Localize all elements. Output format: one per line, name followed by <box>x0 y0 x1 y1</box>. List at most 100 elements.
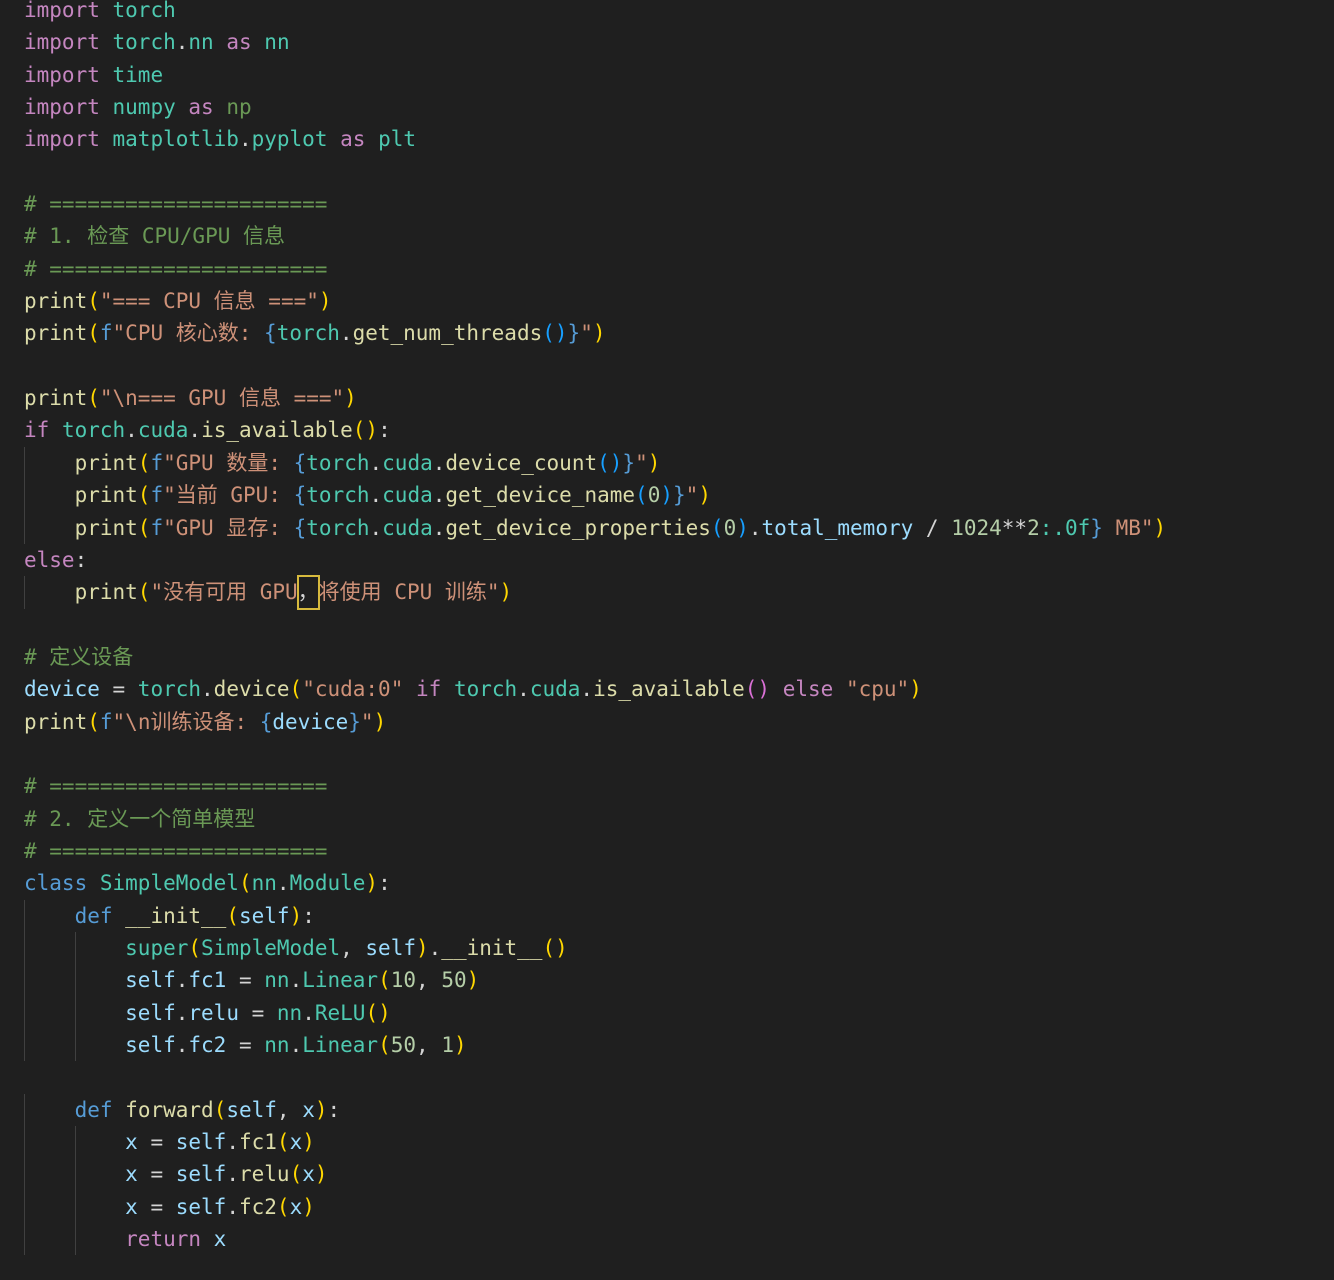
code-token: f <box>150 515 164 540</box>
code-token: Module <box>289 871 366 896</box>
code-line[interactable]: x = self.relu(x) <box>24 1158 1334 1191</box>
code-line[interactable]: print(f"GPU 数量: {torch.cuda.device_count… <box>24 446 1334 480</box>
code-line[interactable]: import torch <box>24 0 1334 26</box>
code-token: 1 <box>441 1033 454 1057</box>
code-token: } <box>1090 515 1103 540</box>
code-token: x <box>125 1130 138 1155</box>
code-token: ReLU <box>314 1000 366 1025</box>
code-token: device <box>213 677 290 702</box>
code-token: # ====================== <box>24 838 328 863</box>
code-token: } <box>622 450 636 475</box>
code-line[interactable]: x = self.fc1(x) <box>24 1126 1334 1159</box>
code-line[interactable] <box>24 738 1334 770</box>
code-token: forward <box>125 1097 214 1122</box>
code-line[interactable]: # 1. 检查 CPU/GPU 信息 <box>24 220 1334 252</box>
code-token: torch <box>276 321 340 346</box>
code-line[interactable]: print(f"CPU 核心数: {torch.get_num_threads(… <box>24 317 1334 349</box>
code-token: { <box>264 321 277 346</box>
code-line[interactable]: class SimpleModel(nn.Module): <box>24 867 1334 899</box>
code-token: self <box>238 903 290 928</box>
code-line[interactable]: print("没有可用 GPU，将使用 CPU 训练") <box>24 575 1334 610</box>
code-token: time <box>112 62 164 87</box>
code-token: relu <box>238 1162 290 1187</box>
code-token: = <box>99 677 138 702</box>
code-token: else <box>782 677 834 702</box>
code-token: . <box>188 418 202 443</box>
code-token: fc1 <box>188 968 227 993</box>
code-line[interactable]: # ====================== <box>24 188 1334 220</box>
code-line[interactable]: # 2. 定义一个简单模型 <box>24 803 1334 835</box>
code-token: , <box>416 968 442 993</box>
code-line[interactable]: import time <box>24 59 1334 91</box>
code-line[interactable]: print(f"\n训练设备: {device}") <box>24 706 1334 738</box>
code-line[interactable]: # ====================== <box>24 770 1334 802</box>
code-token: import <box>24 127 100 152</box>
code-token: def <box>74 903 113 928</box>
code-token: print <box>74 483 138 508</box>
code-token: 50 <box>441 968 467 993</box>
code-line[interactable] <box>24 609 1334 641</box>
code-token: { <box>259 709 273 734</box>
code-line[interactable]: import numpy as np <box>24 91 1334 123</box>
code-line[interactable]: def __init__(self): <box>24 899 1334 932</box>
code-line[interactable] <box>24 1061 1334 1093</box>
code-area[interactable]: import torch import torch.nn as nn import … <box>24 0 1334 1256</box>
code-line[interactable]: device = torch.device("cuda:0" if torch.… <box>24 673 1334 705</box>
code-line[interactable]: import torch.nn as nn <box>24 26 1334 58</box>
code-line[interactable]: # ====================== <box>24 253 1334 285</box>
code-line[interactable]: else: <box>24 544 1334 576</box>
code-line[interactable]: if torch.cuda.is_available(): <box>24 414 1334 446</box>
code-token: . <box>175 30 189 55</box>
code-line[interactable]: return x <box>24 1223 1334 1256</box>
code-token: __init__ <box>441 935 543 960</box>
code-line[interactable]: import matplotlib.pyplot as plt <box>24 123 1334 155</box>
code-line[interactable]: self.relu = nn.ReLU() <box>24 996 1334 1029</box>
code-token: "当前 GPU: <box>163 483 294 508</box>
code-line[interactable]: print("=== CPU 信息 ===") <box>24 285 1334 317</box>
code-token: ( <box>213 1097 227 1122</box>
code-line[interactable]: # 定义设备 <box>24 641 1334 673</box>
code-line[interactable]: print("\n=== GPU 信息 ===") <box>24 382 1334 414</box>
code-token: ( <box>238 871 252 896</box>
code-token: . <box>369 515 383 540</box>
code-token: f <box>99 709 113 734</box>
code-line[interactable]: self.fc2 = nn.Linear(50, 1) <box>24 1029 1334 1062</box>
code-line[interactable]: self.fc1 = nn.Linear(10, 50) <box>24 964 1334 997</box>
code-token: cuda <box>137 418 189 443</box>
code-line[interactable]: # ====================== <box>24 835 1334 867</box>
code-token: ) <box>499 580 513 605</box>
code-token: torch <box>306 450 370 475</box>
code-line[interactable]: print(f"当前 GPU: {torch.cuda.get_device_n… <box>24 479 1334 512</box>
code-editor[interactable]: import torch import torch.nn as nn import … <box>0 0 1334 1280</box>
code-token: ) <box>647 450 661 475</box>
code-token: nn <box>264 968 290 993</box>
code-token: as <box>188 95 214 120</box>
code-line[interactable] <box>24 350 1334 382</box>
code-line[interactable]: super(SimpleModel, self).__init__() <box>24 931 1334 965</box>
code-token: get_num_threads <box>352 321 543 346</box>
code-line[interactable] <box>24 156 1334 188</box>
code-token: ) <box>318 289 332 314</box>
code-line[interactable]: x = self.fc2(x) <box>24 1190 1334 1224</box>
code-token: # ====================== <box>24 192 328 217</box>
code-token: . <box>289 968 303 993</box>
code-token: ( <box>137 580 151 605</box>
code-line[interactable]: print(f"GPU 显存: {torch.cuda.get_device_p… <box>24 511 1334 544</box>
code-token: x <box>213 1227 227 1252</box>
code-token: = <box>238 1000 277 1025</box>
code-line[interactable]: def forward(self, x): <box>24 1093 1334 1127</box>
code-token: self <box>175 1162 227 1187</box>
code-token: ( <box>137 483 151 508</box>
code-token: " <box>685 483 699 508</box>
code-token: nn <box>188 30 214 55</box>
code-token: self <box>125 1000 176 1025</box>
code-token: torch <box>306 515 370 540</box>
